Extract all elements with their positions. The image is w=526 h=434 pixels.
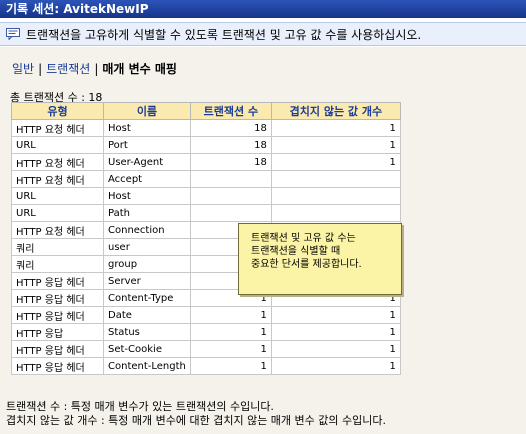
column-header-type[interactable]: 유형 [11,102,104,120]
table-row[interactable]: URL Port 18 1 [11,136,401,154]
table-row[interactable]: HTTP 요청 헤더 User-Agent 18 1 [11,153,401,171]
tab-general[interactable]: 일반 [12,62,34,76]
cell-type: HTTP 응답 [11,323,104,341]
table-row[interactable]: HTTP 응답 헤더 Content-Length 1 1 [11,357,401,375]
cell-type: HTTP 요청 헤더 [11,221,104,239]
table-row[interactable]: URL Host [11,187,401,205]
column-header-transaction-count[interactable]: 트랜잭션 수 [189,102,272,120]
footer-unique-value-note: 겹치지 않는 값 개수 : 특정 매개 변수에 대한 겹치지 않는 매개 변수 … [6,414,386,427]
table-row[interactable]: URL Path [11,204,401,222]
cell-unique-count: 1 [270,323,401,341]
column-header-unique-value-count[interactable]: 겹치지 않는 값 개수 [270,102,401,120]
cell-type: 쿼리 [11,238,104,256]
cell-type: URL [11,204,104,222]
cell-transaction-count: 18 [189,136,272,154]
table-row[interactable]: HTTP 요청 헤더 Host 18 1 [11,119,401,137]
window-title: 기록 세션: AvitekNewIP [0,0,526,18]
cell-unique-count: 1 [270,306,401,324]
cell-unique-count [270,204,401,222]
tooltip-line: 트랜잭션을 식별할 때 [251,246,341,257]
help-tooltip: 트랜잭션 및 고유 값 수는 트랜잭션을 식별할 때 중요한 단서를 제공합니다… [238,223,402,295]
cell-transaction-count: 18 [189,153,272,171]
cell-name: Host [103,187,191,205]
cell-name: Server [103,272,191,290]
cell-type: HTTP 응답 헤더 [11,272,104,290]
cell-name: User-Agent [103,153,191,171]
cell-name: Path [103,204,191,222]
cell-unique-count: 1 [270,357,401,375]
cell-name: group [103,255,191,273]
cell-name: Set-Cookie [103,340,191,358]
cell-name: Port [103,136,191,154]
cell-type: HTTP 응답 헤더 [11,306,104,324]
cell-name: Host [103,119,191,137]
cell-name: Status [103,323,191,341]
cell-transaction-count: 18 [189,119,272,137]
table-row[interactable]: HTTP 요청 헤더 Accept [11,170,401,188]
tooltip-line: 트랜잭션 및 고유 값 수는 [251,233,356,244]
cell-type: HTTP 요청 헤더 [11,170,104,188]
cell-type: URL [11,136,104,154]
footer-notes: 트랜잭션 수 : 특정 매개 변수가 있는 트랜잭션의 수입니다. 겹치지 않는… [6,400,386,428]
cell-type: HTTP 응답 헤더 [11,340,104,358]
cell-transaction-count [189,170,272,188]
tab-transactions[interactable]: 트랜잭션 [46,62,90,76]
cell-unique-count: 1 [270,153,401,171]
cell-type: HTTP 요청 헤더 [11,119,104,137]
cell-transaction-count [189,204,272,222]
main-panel: 일반 | 트랜잭션 | 매개 변수 매핑 총 트랜잭션 수 : 18 유형 이름 트랜잭… [0,47,526,434]
cell-transaction-count: 1 [189,323,272,341]
tab-parameter-mapping[interactable]: 매개 변수 매핑 [102,62,177,76]
cell-unique-count [270,170,401,188]
cell-unique-count: 1 [270,136,401,154]
cell-type: HTTP 요청 헤더 [11,153,104,171]
tooltip-line: 중요한 단서를 제공합니다. [251,259,362,270]
footer-transaction-count-note: 트랜잭션 수 : 특정 매개 변수가 있는 트랜잭션의 수입니다. [6,400,274,413]
cell-name: Content-Length [103,357,191,375]
table-row[interactable]: HTTP 응답 Status 1 1 [11,323,401,341]
cell-unique-count [270,187,401,205]
cell-type: 쿼리 [11,255,104,273]
table-row[interactable]: HTTP 응답 헤더 Set-Cookie 1 1 [11,340,401,358]
cell-transaction-count [189,187,272,205]
tab-bar: 일반 | 트랜잭션 | 매개 변수 매핑 [12,62,177,76]
cell-transaction-count: 1 [189,357,272,375]
cell-type: URL [11,187,104,205]
cell-unique-count: 1 [270,119,401,137]
cell-type: HTTP 응답 헤더 [11,289,104,307]
info-bar: 트랜잭션을 고유하게 식별할 수 있도록 트랜잭션 및 고유 값 수를 사용하십… [0,22,526,46]
table-header-row: 유형 이름 트랜잭션 수 겹치지 않는 값 개수 [11,102,401,120]
cell-transaction-count: 1 [189,340,272,358]
cell-unique-count: 1 [270,340,401,358]
cell-type: HTTP 응답 헤더 [11,357,104,375]
cell-name: user [103,238,191,256]
comment-icon [6,28,20,40]
column-header-name[interactable]: 이름 [103,102,191,120]
table-row[interactable]: HTTP 응답 헤더 Date 1 1 [11,306,401,324]
cell-name: Date [103,306,191,324]
cell-name: Accept [103,170,191,188]
cell-name: Connection [103,221,191,239]
info-text: 트랜잭션을 고유하게 식별할 수 있도록 트랜잭션 및 고유 값 수를 사용하십… [26,27,422,42]
cell-name: Content-Type [103,289,191,307]
cell-transaction-count: 1 [189,306,272,324]
